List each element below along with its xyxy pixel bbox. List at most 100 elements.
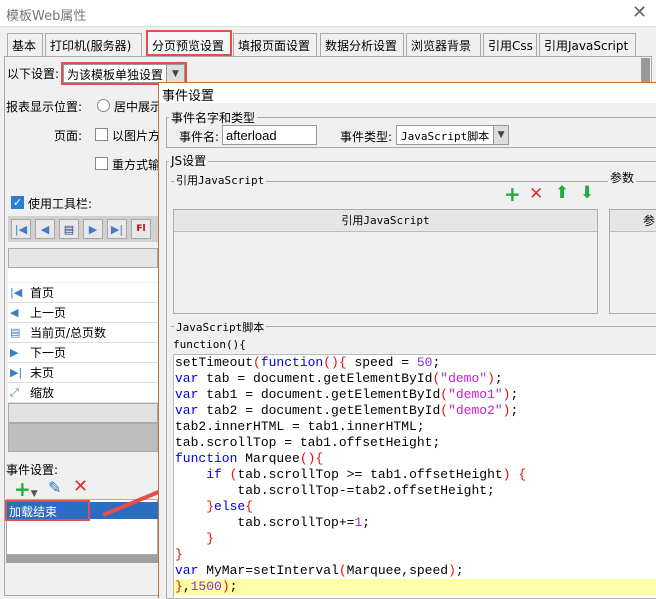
toolbar-list-item[interactable]: ⤢ 缩放	[8, 383, 158, 403]
code-token: tab.scrollTop-=tab2.offsetHeight;	[175, 483, 495, 498]
add-event-icon[interactable]: +▼	[14, 477, 38, 501]
code-token: (	[440, 403, 449, 418]
position-radio[interactable]	[97, 99, 110, 112]
code-token: }	[175, 547, 183, 562]
use-toolbar-label: 使用工具栏:	[28, 197, 93, 211]
code-token: tab.scrollTop = tab1.offsetHeight;	[175, 435, 441, 450]
chevron-down-icon[interactable]: ▼	[166, 65, 184, 82]
code-token: else	[214, 499, 246, 514]
settings-label: 以下设置:	[7, 67, 60, 81]
js-settings-legend: JS设置	[169, 152, 209, 169]
params-column-header: 参	[610, 210, 656, 232]
zoom-icon: ⤢	[10, 385, 19, 399]
code-token: speed =	[346, 355, 417, 370]
code-token: setTimeout	[175, 355, 254, 370]
code-token: Marquee	[237, 451, 300, 466]
code-line: var MyMar=setInterval(Marquee,speed);	[174, 563, 656, 579]
edit-event-icon[interactable]: ✎	[48, 478, 61, 497]
event-type-select[interactable]: JavaScript脚本 ▼	[396, 125, 509, 145]
params-legend: 参数	[608, 169, 637, 186]
code-token: }	[206, 499, 215, 514]
event-settings-label: 事件设置:	[6, 463, 59, 477]
list-footer-band	[8, 423, 158, 452]
code-token: )	[502, 467, 511, 482]
tab-2[interactable]: 打印机(服务器)	[45, 33, 142, 56]
code-token: (){	[323, 355, 347, 370]
tab-7[interactable]: 引用Css	[483, 33, 537, 56]
code-token: var	[175, 371, 199, 386]
position-label: 报表显示位置:	[6, 100, 83, 114]
remove-js-icon[interactable]: ✕	[529, 184, 543, 204]
toolbar-list-item[interactable]: ▶| 末页	[8, 363, 158, 383]
event-name-input[interactable]	[222, 125, 317, 145]
chevron-down-icon[interactable]: ▼	[493, 126, 508, 144]
event-list-scrollbar[interactable]	[6, 555, 158, 563]
code-token: {	[245, 499, 254, 514]
tab-label: 浏览器背景	[411, 39, 472, 53]
tab-3[interactable]: 分页预览设置	[146, 30, 232, 56]
code-line: function Marquee(){	[174, 451, 656, 467]
tab-label: 引用JavaScript	[544, 39, 629, 53]
code-token: tab.scrollTop+=	[175, 515, 355, 530]
code-token: ;	[455, 563, 464, 578]
ref-js-column-header: 引用JavaScript	[174, 210, 597, 232]
event-type-value: JavaScript脚本	[401, 130, 490, 143]
toolbar-list-item[interactable]: ◀ 上一页	[8, 303, 158, 323]
move-up-icon[interactable]: ⬆	[555, 183, 569, 203]
name-type-legend: 事件名字和类型	[169, 109, 258, 126]
tab-8[interactable]: 引用JavaScript	[539, 33, 636, 56]
flash-print-icon[interactable]: Fl	[131, 219, 151, 239]
page-count-icon[interactable]: ▤	[59, 219, 79, 239]
code-line: var tab = document.getElementById("demo"…	[174, 371, 656, 387]
window-title: 模板Web属性	[6, 9, 87, 24]
script-editor[interactable]: setTimeout(function(){ speed = 50; var ta…	[173, 354, 656, 599]
tab-label: 填报页面设置	[238, 39, 311, 53]
tab-1[interactable]: 基本	[7, 33, 43, 56]
code-line: var tab2 = document.getElementById("demo…	[174, 403, 656, 419]
first-page-icon[interactable]: |◀	[11, 219, 31, 239]
code-line: }else{	[174, 499, 656, 515]
code-token: ,	[182, 579, 191, 594]
close-icon[interactable]: ✕	[632, 2, 647, 23]
toolbar-list-item[interactable]: |◀ 首页	[8, 283, 158, 303]
code-token: tab = document.getElementById	[198, 371, 433, 386]
reprint-checkbox[interactable]	[95, 157, 108, 170]
use-toolbar-checkbox[interactable]: ✓	[11, 196, 24, 209]
code-token: var	[175, 403, 199, 418]
code-token: tab2 = document.getElementById	[198, 403, 441, 418]
dialog-title: 事件设置	[159, 83, 656, 104]
tab-5[interactable]: 数据分析设置	[320, 33, 404, 56]
first-page-icon: |◀	[10, 286, 23, 299]
toolbar-list-item[interactable]: ▤ 当前页/总页数	[8, 323, 158, 343]
reprint-option: 重方式输	[112, 158, 161, 172]
event-item-label[interactable]: 加载结束	[9, 503, 57, 520]
code-line: var tab1 = document.getElementById("demo…	[174, 387, 656, 403]
event-name-label: 事件名:	[179, 130, 220, 144]
page-label: 页面:	[54, 129, 83, 143]
next-page-icon[interactable]: ▶	[83, 219, 103, 239]
last-page-icon: ▶|	[10, 366, 23, 379]
toolbar-list-item[interactable]: ▶ 下一页	[8, 343, 158, 363]
tab-6[interactable]: 浏览器背景	[406, 33, 481, 56]
prev-page-icon[interactable]: ◀	[35, 219, 55, 239]
code-token: ;	[229, 579, 238, 594]
code-token: var	[175, 387, 199, 402]
code-token: }	[175, 579, 183, 594]
toolbar-list-label: 末页	[30, 366, 55, 380]
delete-event-icon[interactable]: ✕	[73, 476, 88, 497]
code-token: ;	[362, 515, 371, 530]
tab-4[interactable]: 填报页面设置	[233, 33, 317, 56]
code-token: tab1 = document.getElementById	[198, 387, 441, 402]
last-page-icon[interactable]: ▶|	[107, 219, 127, 239]
image-checkbox[interactable]	[95, 128, 108, 141]
settings-select[interactable]: 为该模板单独设置 ▼	[63, 64, 185, 83]
tab-label: 打印机(服务器)	[50, 39, 132, 53]
code-token: MyMar=setInterval	[198, 563, 339, 578]
code-line: tab.scrollTop = tab1.offsetHeight;	[174, 435, 656, 451]
code-token: function	[260, 355, 324, 370]
add-js-icon[interactable]: +	[504, 182, 521, 206]
code-line: if (tab.scrollTop >= tab1.offsetHeight) …	[174, 467, 656, 483]
move-down-icon[interactable]: ⬇	[580, 183, 594, 203]
